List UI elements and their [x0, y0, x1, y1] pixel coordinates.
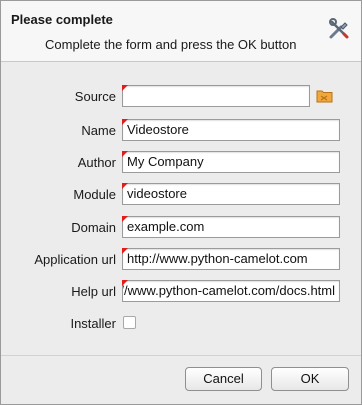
domain-field[interactable]: example.com: [122, 216, 340, 238]
source-field[interactable]: [122, 85, 310, 107]
help-url-row: Help url http://www.python-camelot.com/d…: [1, 280, 361, 304]
module-field[interactable]: videostore: [122, 183, 340, 205]
dialog-title: Please complete: [11, 12, 113, 27]
domain-label: Domain: [71, 220, 116, 235]
application-url-label: Application url: [34, 252, 116, 267]
help-url-label: Help url: [71, 284, 116, 299]
author-field[interactable]: My Company: [122, 151, 340, 173]
required-marker: [122, 151, 128, 157]
required-marker: [122, 85, 128, 91]
dialog: Please complete Complete the form and pr…: [0, 0, 362, 405]
required-marker: [122, 248, 128, 254]
module-row: Module videostore: [1, 183, 361, 207]
module-label: Module: [73, 187, 116, 202]
name-label: Name: [81, 123, 116, 138]
folder-icon[interactable]: [316, 88, 333, 103]
cancel-button[interactable]: Cancel: [185, 367, 262, 391]
ok-button[interactable]: OK: [271, 367, 349, 391]
author-label: Author: [77, 155, 116, 170]
help-url-field[interactable]: http://www.python-camelot.com/docs.html: [122, 280, 340, 302]
tools-icon: [329, 18, 349, 39]
installer-checkbox[interactable]: [123, 316, 136, 329]
required-marker: [122, 216, 128, 222]
source-label: Source: [74, 89, 116, 104]
footer-divider: [1, 355, 361, 356]
installer-label: Installer: [70, 316, 116, 331]
application-url-field[interactable]: http://www.python-camelot.com: [122, 248, 340, 270]
domain-row: Domain example.com: [1, 216, 361, 240]
author-row: Author My Company: [1, 151, 361, 175]
installer-row: Installer: [1, 312, 361, 336]
name-row: Name Videostore: [1, 119, 361, 143]
dialog-subtitle: Complete the form and press the OK butto…: [45, 37, 297, 52]
required-marker: [122, 280, 128, 286]
source-row: Source: [1, 85, 361, 109]
help-url-value: http://www.python-camelot.com/docs.html: [123, 283, 335, 298]
dialog-header: Please complete Complete the form and pr…: [1, 1, 361, 62]
required-marker: [122, 119, 128, 125]
application-url-row: Application url http://www.python-camelo…: [1, 248, 361, 272]
required-marker: [122, 183, 128, 189]
name-field[interactable]: Videostore: [122, 119, 340, 141]
